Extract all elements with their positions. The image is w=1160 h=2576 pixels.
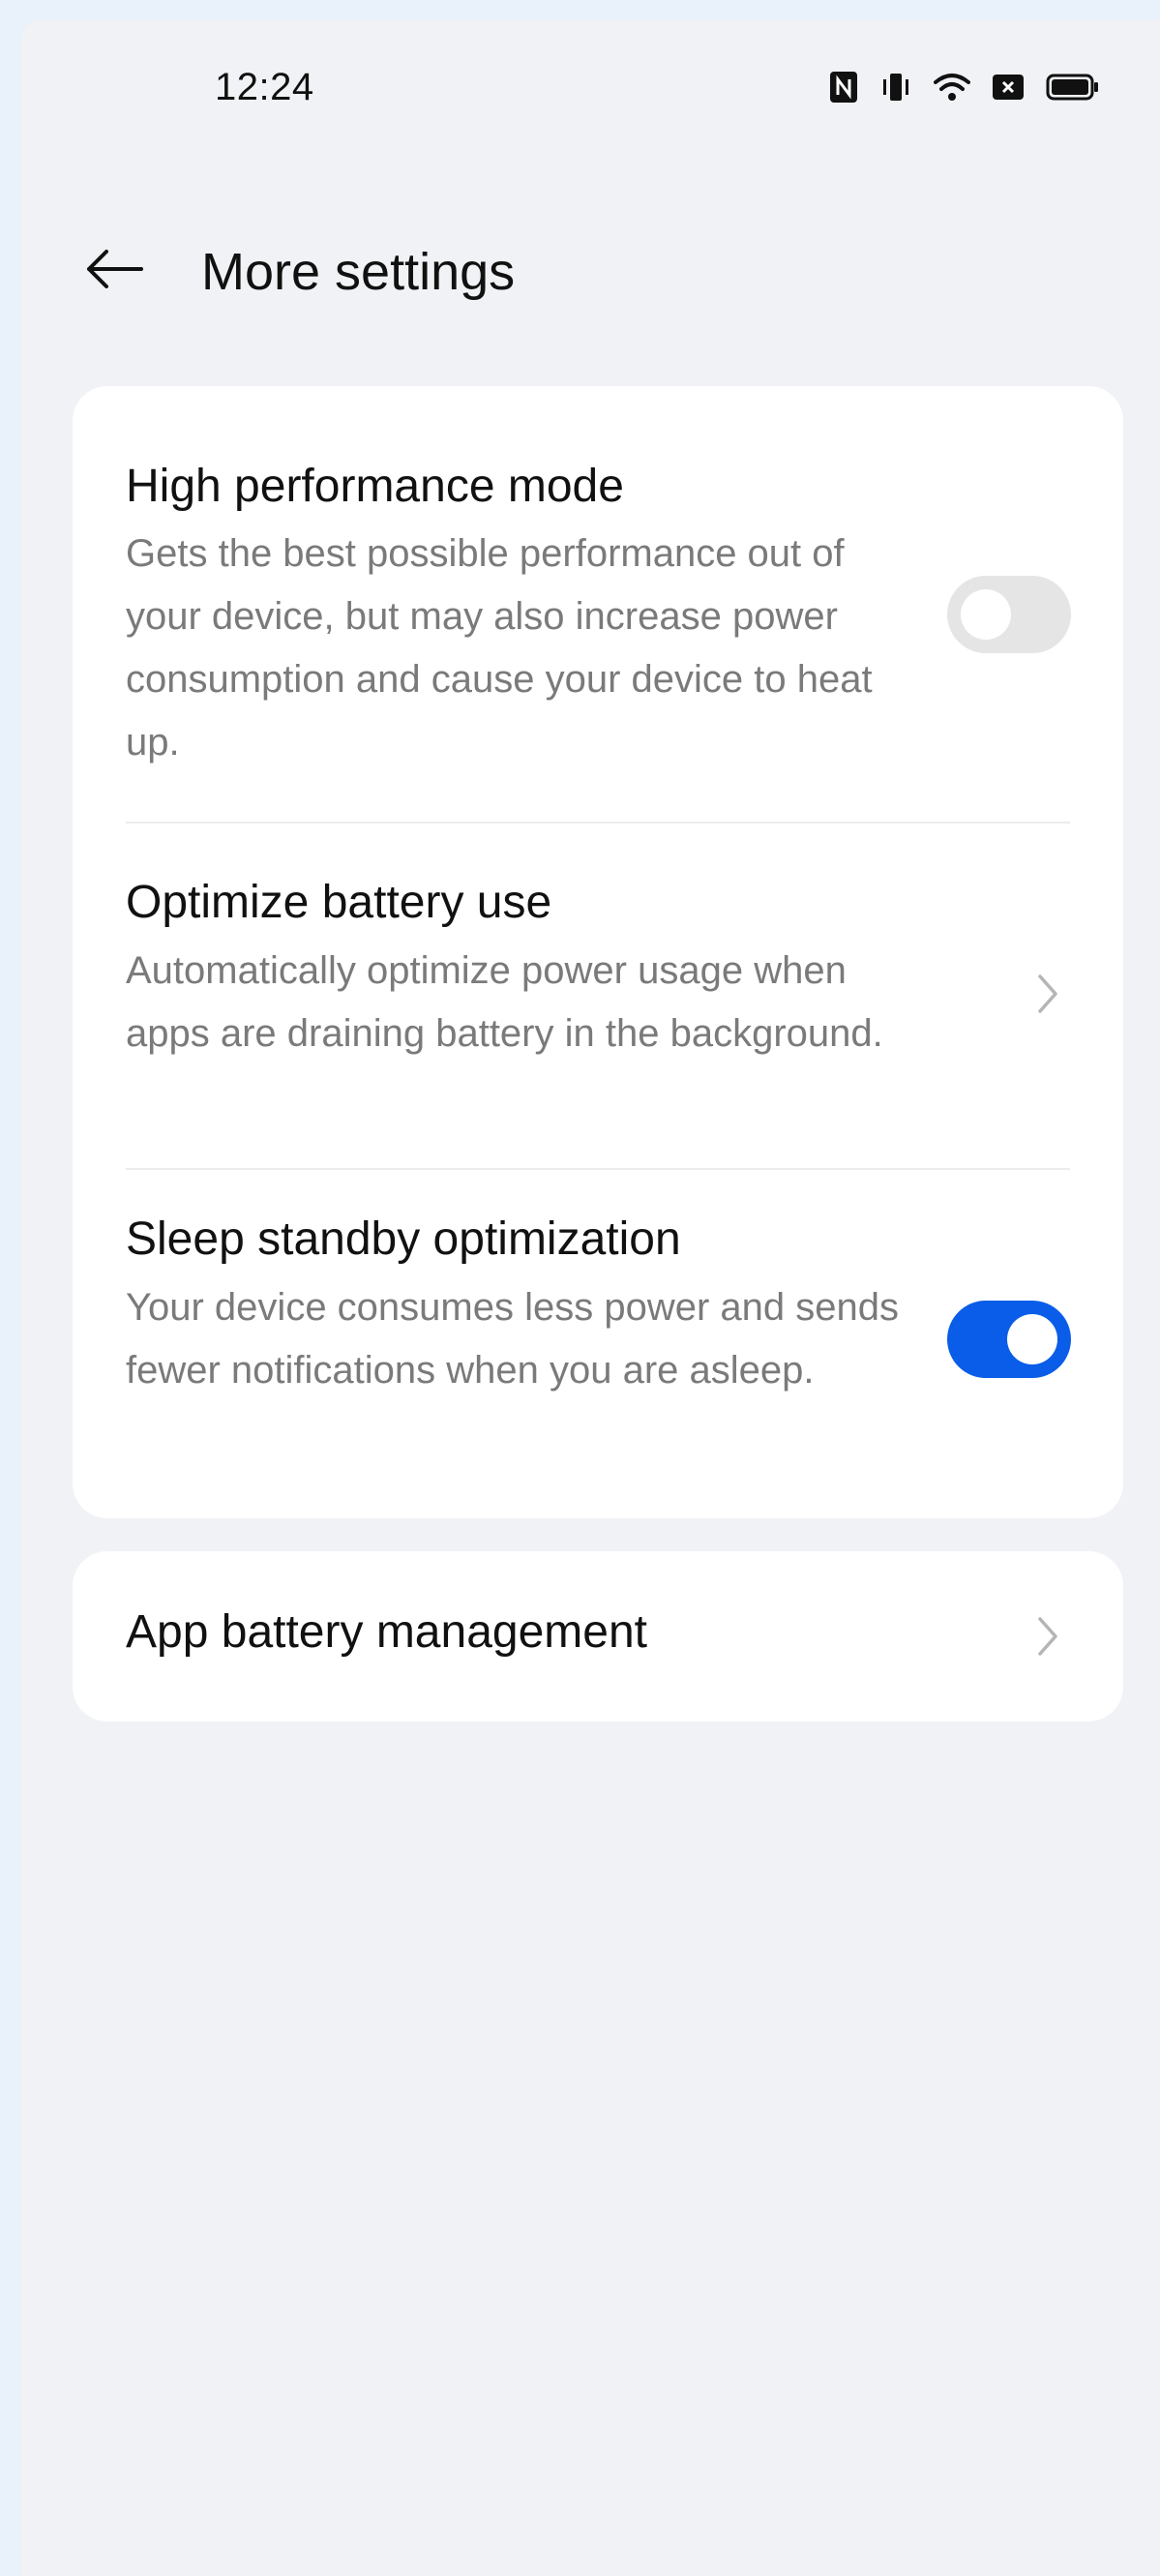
status-time: 12:24 <box>215 66 314 108</box>
status-bar: 12:24 <box>21 19 1160 155</box>
battery-icon <box>1046 73 1100 102</box>
arrow-left-icon <box>83 248 145 295</box>
settings-card: High performance mode Gets the best poss… <box>73 386 1123 1518</box>
setting-description: Your device consumes less power and send… <box>126 1286 899 1392</box>
back-button[interactable] <box>75 232 153 310</box>
toggle-knob <box>1007 1314 1057 1364</box>
app-battery-management-label: App battery management <box>126 1606 647 1658</box>
status-icons <box>829 70 1100 105</box>
setting-title: Sleep standby optimization <box>126 1213 681 1265</box>
chevron-right-icon <box>1028 1607 1067 1665</box>
toggle-knob <box>961 589 1011 640</box>
setting-title: High performance mode <box>126 461 624 512</box>
app-battery-card[interactable]: App battery management <box>73 1551 1123 1722</box>
sleep-standby-toggle[interactable] <box>947 1301 1071 1378</box>
wifi-icon <box>934 71 970 104</box>
chevron-right-icon <box>1028 965 1067 1023</box>
setting-row-high-performance[interactable]: High performance mode Gets the best poss… <box>73 386 1123 822</box>
setting-row-optimize-battery[interactable]: Optimize battery use Automatically optim… <box>73 824 1123 1168</box>
setting-description: Gets the best possible performance out o… <box>126 532 873 764</box>
page-title: More settings <box>201 243 516 301</box>
setting-row-sleep-standby[interactable]: Sleep standby optimization Your device c… <box>73 1170 1123 1518</box>
header: More settings <box>21 213 1160 329</box>
vibrate-icon <box>879 71 912 104</box>
screen: 12:24 More settings High performance mod… <box>21 19 1160 2576</box>
nfc-icon <box>829 71 858 104</box>
setting-description: Automatically optimize power usage when … <box>126 949 883 1055</box>
setting-title: Optimize battery use <box>126 877 552 928</box>
sim-blocked-icon <box>992 73 1025 102</box>
high-performance-toggle[interactable] <box>947 576 1071 653</box>
